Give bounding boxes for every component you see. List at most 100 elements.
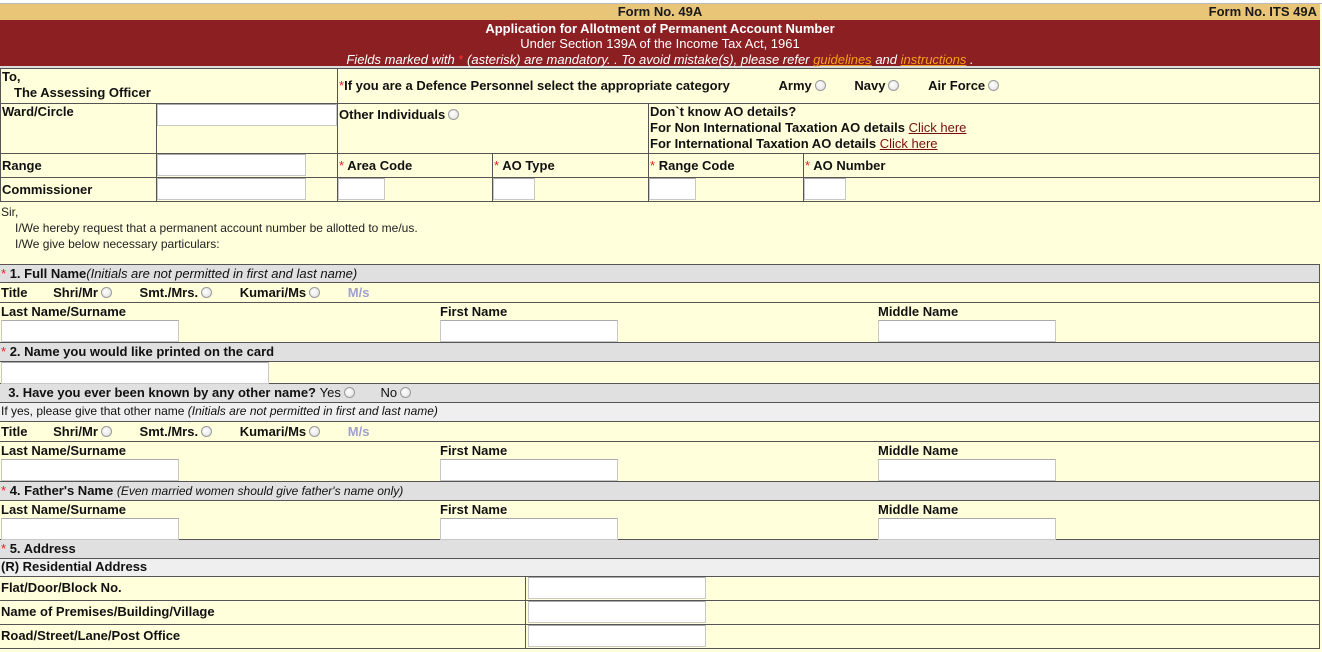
intl-click-here-link[interactable]: Click here	[880, 136, 938, 151]
navy-radio[interactable]	[888, 80, 900, 91]
column-divider	[525, 625, 526, 648]
other-individuals-radio[interactable]	[448, 109, 460, 120]
range-code-label: Range Code	[658, 157, 735, 173]
card-name-input[interactable]	[1, 362, 269, 384]
navy-label: Navy	[854, 78, 886, 93]
area-code-label: Area Code	[347, 157, 413, 173]
ao-number-input[interactable]	[804, 178, 847, 200]
guidelines-link[interactable]: guidelines	[813, 52, 872, 67]
ward-circle-label: Ward/Circle	[2, 104, 74, 119]
first-name-label: First Name	[440, 304, 508, 319]
required-star: *	[494, 157, 500, 173]
yes-label: Yes	[319, 385, 341, 400]
kumari-label: Kumari/Ms	[239, 285, 307, 300]
section-card-name-header: * 2. Name you would like printed on the …	[0, 343, 1320, 362]
shri-label: Shri/Mr	[53, 285, 98, 300]
title-row-1: Title Shri/Mr Smt./Mrs. Kumari/Ms M/s	[0, 283, 1320, 303]
address-row-premises: Name of Premises/Building/Village	[0, 601, 1320, 625]
ao-type-label: AO Type	[502, 157, 555, 173]
premises-input[interactable]	[528, 601, 706, 623]
last-name-input[interactable]	[1, 320, 179, 342]
ao-details-table: To, The Assessing Officer * If you are a …	[0, 68, 1320, 202]
title-row-2: Title Shri/Mr Smt./Mrs. Kumari/Ms M/s	[0, 422, 1320, 442]
mandatory-note: Fields marked with * (asterisk) are mand…	[0, 52, 1320, 67]
intro-line-2: I/We give below necessary particulars:	[15, 237, 220, 251]
range-label: Range	[2, 157, 42, 173]
section-address-header: * 5. Address	[0, 540, 1320, 559]
father-first-name-input[interactable]	[440, 518, 618, 540]
commissioner-label: Commissioner	[2, 181, 93, 197]
shri-radio[interactable]	[100, 287, 112, 298]
air-force-label: Air Force	[928, 78, 986, 93]
ward-circle-input[interactable]	[157, 104, 337, 126]
other-name-yes-radio[interactable]	[343, 387, 355, 398]
other-kumari-radio[interactable]	[309, 426, 321, 437]
note-and: and	[875, 52, 898, 67]
army-label: Army	[778, 78, 812, 93]
ao-type-input[interactable]	[493, 178, 536, 200]
note-middle: (asterisk) are mandatory. . To avoid mis…	[467, 52, 810, 67]
other-name-sub-text: If yes, please give that other name	[1, 404, 185, 418]
non-intl-click-here-link[interactable]: Click here	[909, 120, 967, 135]
first-name-input[interactable]	[440, 320, 618, 342]
middle-name-input[interactable]	[878, 320, 1056, 342]
road-street-label: Road/Street/Lane/Post Office	[1, 628, 181, 643]
range-code-label-cell: * Range Code	[648, 153, 805, 178]
to-cell: To, The Assessing Officer	[0, 68, 339, 104]
other-first-name-input[interactable]	[440, 459, 618, 481]
other-name-no-radio[interactable]	[400, 387, 412, 398]
required-star: *	[805, 157, 811, 173]
ms-label: M/s	[347, 285, 370, 300]
other-last-name-input[interactable]	[1, 459, 179, 481]
area-code-input[interactable]	[338, 178, 386, 200]
required-star: *	[1, 344, 7, 359]
ao-number-label-cell: * AO Number	[803, 153, 1320, 178]
area-code-label-cell: * Area Code	[337, 153, 494, 178]
address-row-road: Road/Street/Lane/Post Office	[0, 625, 1320, 649]
middle-name-label: Middle Name	[878, 443, 959, 458]
other-name-note: (Initials are not permitted in first and…	[187, 404, 438, 418]
commissioner-input[interactable]	[157, 178, 306, 200]
to-label: To,	[2, 69, 21, 84]
full-name-note: (Initials are not permitted in first and…	[86, 266, 358, 281]
other-smt-radio[interactable]	[201, 426, 213, 437]
father-middle-name-input[interactable]	[878, 518, 1056, 540]
section-full-name-header: * 1. Full Name(Initials are not permitte…	[0, 264, 1320, 283]
instructions-link[interactable]: instructions	[901, 52, 967, 67]
section-father-name-header: * 4. Father's Name (Even married women s…	[0, 482, 1320, 501]
note-end: .	[970, 52, 974, 67]
kumari-radio[interactable]	[309, 287, 321, 298]
required-star: *	[1, 266, 7, 281]
father-last-name-input[interactable]	[1, 518, 179, 540]
required-star: *	[339, 157, 345, 173]
title-banner: Application for Allotment of Permanent A…	[0, 20, 1320, 68]
smt-label: Smt./Mrs.	[139, 424, 199, 439]
range-input[interactable]	[157, 154, 306, 176]
defence-prompt: If you are a Defence Personnel select th…	[344, 78, 730, 93]
other-name-fields-row: Last Name/Surname First Name Middle Name	[0, 442, 1320, 482]
required-star: *	[1, 541, 7, 556]
last-name-label: Last Name/Surname	[1, 502, 126, 517]
middle-name-label: Middle Name	[878, 502, 959, 517]
road-street-input[interactable]	[528, 625, 706, 647]
range-code-input[interactable]	[649, 178, 697, 200]
flat-door-input[interactable]	[528, 577, 706, 599]
commissioner-input-cell	[155, 177, 339, 202]
range-input-cell	[155, 153, 339, 178]
army-radio[interactable]	[814, 80, 826, 91]
no-label: No	[380, 385, 398, 400]
full-name-title: 1. Full Name	[9, 266, 87, 281]
father-name-title: 4. Father's Name	[9, 483, 114, 498]
other-shri-radio[interactable]	[100, 426, 112, 437]
page-subtitle: Under Section 139A of the Income Tax Act…	[520, 36, 800, 51]
non-intl-text: For Non International Taxation AO detail…	[650, 120, 905, 135]
smt-radio[interactable]	[201, 287, 213, 298]
ao-type-input-cell	[492, 177, 650, 202]
note-prefix: Fields marked with	[346, 52, 455, 67]
card-name-title: 2. Name you would like printed on the ca…	[9, 344, 275, 359]
first-name-label: First Name	[440, 502, 508, 517]
middle-name-label: Middle Name	[878, 304, 959, 319]
air-force-radio[interactable]	[988, 80, 1000, 91]
assessing-officer-label: The Assessing Officer	[14, 85, 151, 100]
other-middle-name-input[interactable]	[878, 459, 1056, 481]
